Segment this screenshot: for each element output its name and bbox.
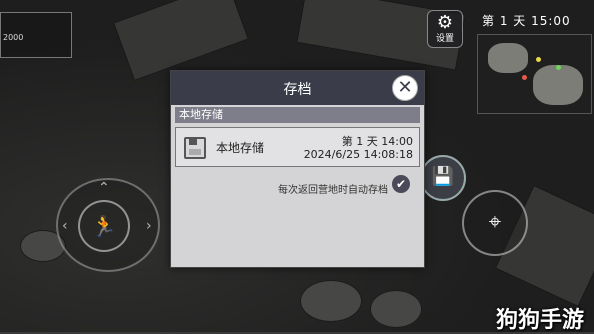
autosave-checkbox[interactable]: ✔ <box>392 175 410 193</box>
top-left-panel[interactable]: 2000 <box>0 12 72 58</box>
save-slot-name: 本地存储 <box>216 141 265 155</box>
arrow-up-icon: ⌃ <box>98 180 110 196</box>
top-left-number: 2000 <box>3 33 24 42</box>
watermark-logo: 狗狗手游 <box>496 308 585 333</box>
minimap-marker <box>556 65 561 70</box>
sprint-button[interactable]: 🏃 <box>78 200 130 252</box>
save-dialog: 存档 ✕ 本地存储 本地存储 第 1 天 14:00 2024/6/25 14:… <box>170 70 425 268</box>
close-button[interactable]: ✕ <box>392 75 418 101</box>
day-time-display: 第 1 天 15:00 <box>482 14 571 28</box>
minimap-marker <box>536 57 541 62</box>
minimap-marker <box>522 75 527 80</box>
settings-button[interactable]: ⚙ 设置 <box>427 10 463 48</box>
quick-save-button[interactable]: 💾 <box>420 155 466 201</box>
gear-icon: ⚙ <box>436 12 454 33</box>
dialog-title: 存档 <box>283 82 312 98</box>
arrow-left-icon: ‹ <box>62 218 68 234</box>
arrow-right-icon: › <box>146 218 152 234</box>
minimap-terrain <box>533 65 583 105</box>
save-slot-datetime: 2024/6/25 14:08:18 <box>303 148 413 161</box>
attack-button[interactable]: ⌖ <box>462 190 528 256</box>
save-slot[interactable]: 本地存储 第 1 天 14:00 2024/6/25 14:08:18 <box>175 127 420 167</box>
check-icon: ✔ <box>395 177 407 191</box>
save-slot-day: 第 1 天 14:00 <box>341 135 413 148</box>
running-man-icon: 🏃 <box>91 214 117 238</box>
minimap[interactable] <box>477 34 592 114</box>
crosshair-icon: ⌖ <box>488 210 502 235</box>
save-icon: 💾 <box>431 166 455 187</box>
minimap-terrain <box>488 43 528 73</box>
section-header: 本地存储 <box>175 107 420 123</box>
settings-label: 设置 <box>435 34 454 44</box>
close-icon: ✕ <box>397 77 413 98</box>
autosave-label: 每次返回营地时自动存档 <box>278 185 388 196</box>
dialog-header: 存档 ✕ <box>171 71 424 105</box>
floppy-disk-icon <box>184 137 206 159</box>
